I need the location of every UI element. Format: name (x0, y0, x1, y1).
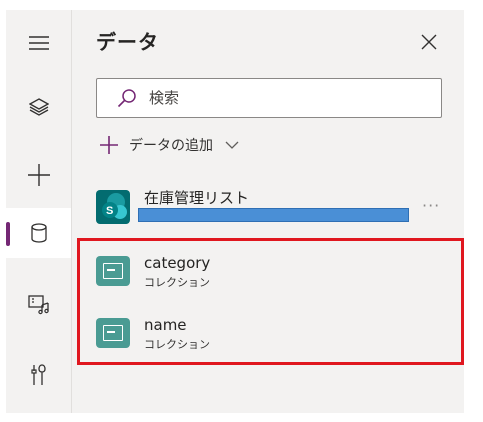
media-icon (27, 295, 49, 315)
search-icon (117, 87, 139, 109)
database-icon (30, 223, 47, 243)
media-button[interactable] (6, 280, 71, 330)
chevron-down-icon (225, 141, 239, 149)
active-indicator (6, 222, 10, 246)
tools-icon (30, 364, 46, 385)
collection-type: コレクション (144, 276, 210, 289)
search-input[interactable] (149, 89, 409, 107)
tree-view-button[interactable] (6, 82, 71, 132)
plus-icon (27, 164, 50, 186)
more-options-button[interactable]: ··· (422, 196, 440, 215)
collection-name: name (144, 316, 187, 334)
close-button[interactable] (417, 30, 441, 54)
close-icon (421, 34, 437, 50)
collection-item-name[interactable]: name コレクション (96, 312, 396, 362)
left-rail (6, 10, 71, 413)
svg-text:S: S (106, 205, 113, 217)
data-source-item[interactable]: S 在庫管理リスト ··· (96, 186, 446, 236)
source-name: 在庫管理リスト (144, 189, 250, 207)
search-box[interactable] (96, 78, 442, 118)
sharepoint-icon: S (96, 190, 130, 224)
collection-item-category[interactable]: category コレクション (96, 250, 396, 300)
hamburger-menu-icon (28, 36, 49, 50)
add-data-button[interactable]: データの追加 (99, 132, 239, 158)
data-button[interactable] (6, 208, 71, 258)
right-edge (464, 10, 483, 413)
add-data-label: データの追加 (129, 138, 213, 154)
panel-title: データ (96, 30, 159, 54)
layers-icon (28, 98, 49, 116)
redaction-bar (138, 208, 409, 222)
tools-button[interactable] (6, 350, 71, 400)
insert-button[interactable] (6, 150, 71, 200)
collection-icon (96, 318, 130, 348)
collection-type: コレクション (144, 338, 210, 351)
collection-name: category (144, 254, 211, 272)
collection-icon (96, 256, 130, 286)
data-panel: データ データの追加 S 在庫管理リスト ··· category コレクション… (71, 10, 464, 413)
menu-button[interactable] (6, 18, 71, 68)
add-plus-icon (100, 136, 118, 154)
